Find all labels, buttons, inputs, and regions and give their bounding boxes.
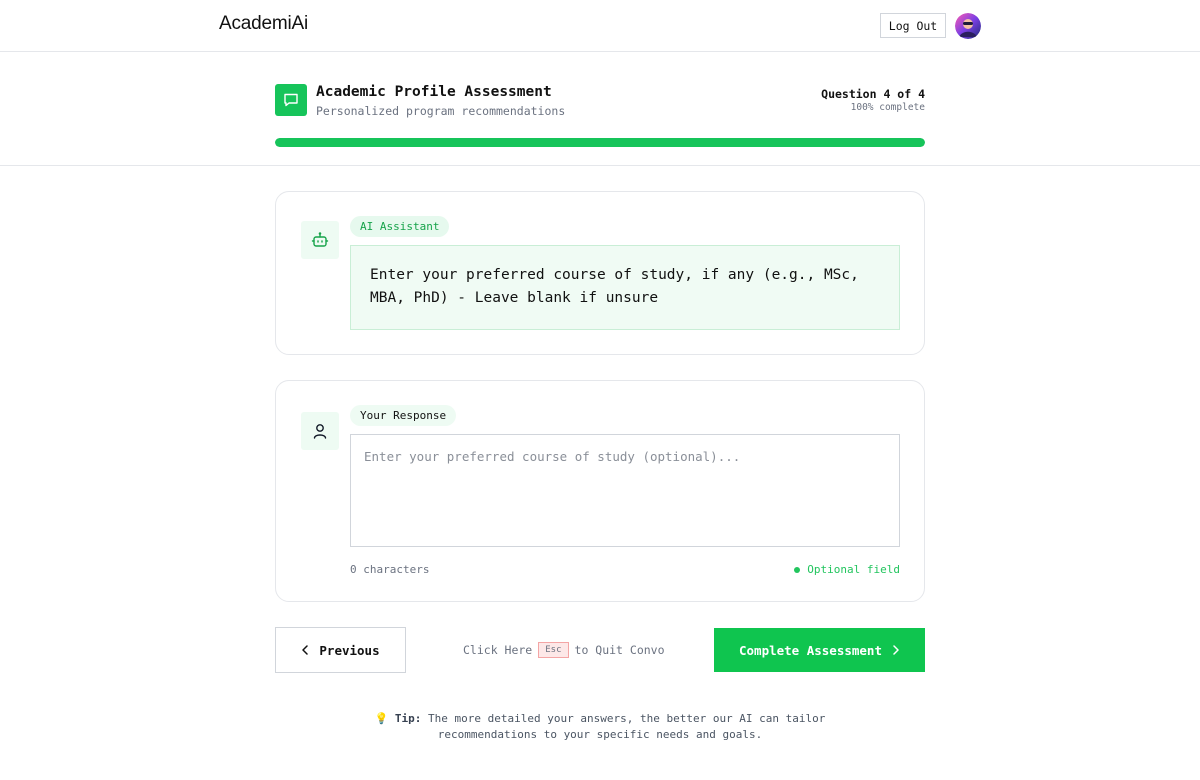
page-subtitle: Personalized program recommendations	[316, 104, 566, 118]
progress-bar-fill	[275, 138, 925, 147]
quit-hint: Click Here Esc to Quit Convo	[463, 640, 665, 660]
chevron-right-icon	[893, 645, 899, 655]
esc-key-badge[interactable]: Esc	[538, 642, 569, 658]
chat-bubble-icon	[275, 84, 307, 116]
chevron-left-icon	[302, 645, 309, 655]
ai-question-card: AI Assistant Enter your preferred course…	[275, 191, 925, 355]
top-navbar: AcademiAi Log Out	[0, 0, 1200, 52]
progress-bar	[275, 138, 925, 147]
previous-button[interactable]: Previous	[275, 627, 406, 673]
ai-assistant-badge: AI Assistant	[350, 216, 450, 237]
optional-field-indicator: Optional field	[794, 563, 900, 576]
completion-percent: 100% complete	[850, 102, 925, 113]
your-response-badge: Your Response	[350, 405, 457, 426]
logout-button[interactable]: Log Out	[880, 13, 946, 38]
response-input[interactable]	[350, 434, 900, 547]
lightbulb-icon: 💡	[374, 712, 389, 725]
tip-body: The more detailed your answers, the bett…	[428, 712, 826, 741]
character-count: 0 characters	[350, 563, 430, 576]
quit-hint-suffix: to Quit Convo	[574, 643, 665, 657]
previous-button-label: Previous	[319, 642, 380, 658]
assessment-header: Academic Profile Assessment Personalized…	[0, 52, 1200, 166]
optional-field-label: Optional field	[807, 563, 900, 576]
user-icon	[301, 412, 339, 450]
tip-text: 💡 Tip: The more detailed your answers, t…	[330, 711, 870, 743]
ai-question-text: Enter your preferred course of study, if…	[350, 245, 900, 330]
brand-logo[interactable]: AcademiAi	[219, 13, 308, 35]
quit-hint-prefix[interactable]: Click Here	[463, 643, 532, 657]
robot-icon	[301, 221, 339, 259]
avatar[interactable]	[955, 13, 981, 39]
question-counter: Question 4 of 4	[821, 87, 925, 101]
page-title: Academic Profile Assessment	[316, 84, 552, 100]
response-card: Your Response 0 characters Optional fiel…	[275, 380, 925, 602]
complete-assessment-button[interactable]: Complete Assessment	[714, 628, 925, 672]
complete-button-label: Complete Assessment	[739, 642, 882, 658]
user-avatar-icon	[955, 13, 981, 39]
status-dot-icon	[794, 566, 801, 573]
tip-label: Tip:	[394, 712, 422, 725]
